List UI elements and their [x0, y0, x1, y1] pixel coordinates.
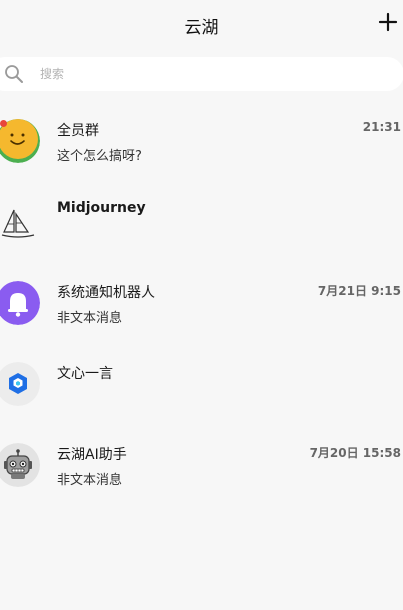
header-bar: 云湖: [0, 0, 403, 48]
conversation-name: Midjourney: [57, 200, 146, 216]
conversation-preview: 非文本消息: [57, 311, 123, 326]
conversation-time: 21:31: [362, 120, 401, 134]
conversation-time: 7月21日 9:15: [317, 284, 401, 298]
unread-badge: [0, 120, 7, 127]
page-title: 云湖: [184, 18, 219, 38]
sailboat-logo-avatar: [0, 206, 36, 242]
conversation-item-system-bot[interactable]: 系统通知机器人 非文本消息 7月21日 9:15: [0, 262, 403, 342]
conversation-item-midjourney[interactable]: Midjourney: [0, 180, 403, 260]
conversation-name: 全员群: [57, 123, 99, 139]
search-bar[interactable]: [0, 57, 403, 91]
conversation-name: 文心一言: [57, 366, 113, 382]
search-icon: [5, 65, 23, 83]
search-input[interactable]: [40, 64, 340, 84]
conversation-list: 全员群 这个怎么搞呀? 21:31 Midjourney 系统通知机器人 非文本…: [0, 100, 403, 610]
conversation-name: 云湖AI助手: [57, 447, 127, 463]
conversation-time: 7月20日 15:58: [309, 446, 401, 460]
bell-avatar: [0, 281, 40, 325]
conversation-item-ernie[interactable]: 文心一言: [0, 343, 403, 423]
conversation-preview: 非文本消息: [57, 473, 123, 488]
conversation-preview: 这个怎么搞呀?: [57, 149, 142, 164]
add-button[interactable]: [375, 9, 401, 35]
plus-icon: [378, 12, 398, 32]
conversation-name: 系统通知机器人: [57, 285, 155, 301]
ernie-logo-avatar: [0, 362, 40, 406]
conversation-item-ai-assistant[interactable]: 云湖AI助手 非文本消息 7月20日 15:58: [0, 424, 403, 504]
robot-avatar: [0, 443, 40, 487]
conversation-item-all-members[interactable]: 全员群 这个怎么搞呀? 21:31: [0, 100, 403, 180]
